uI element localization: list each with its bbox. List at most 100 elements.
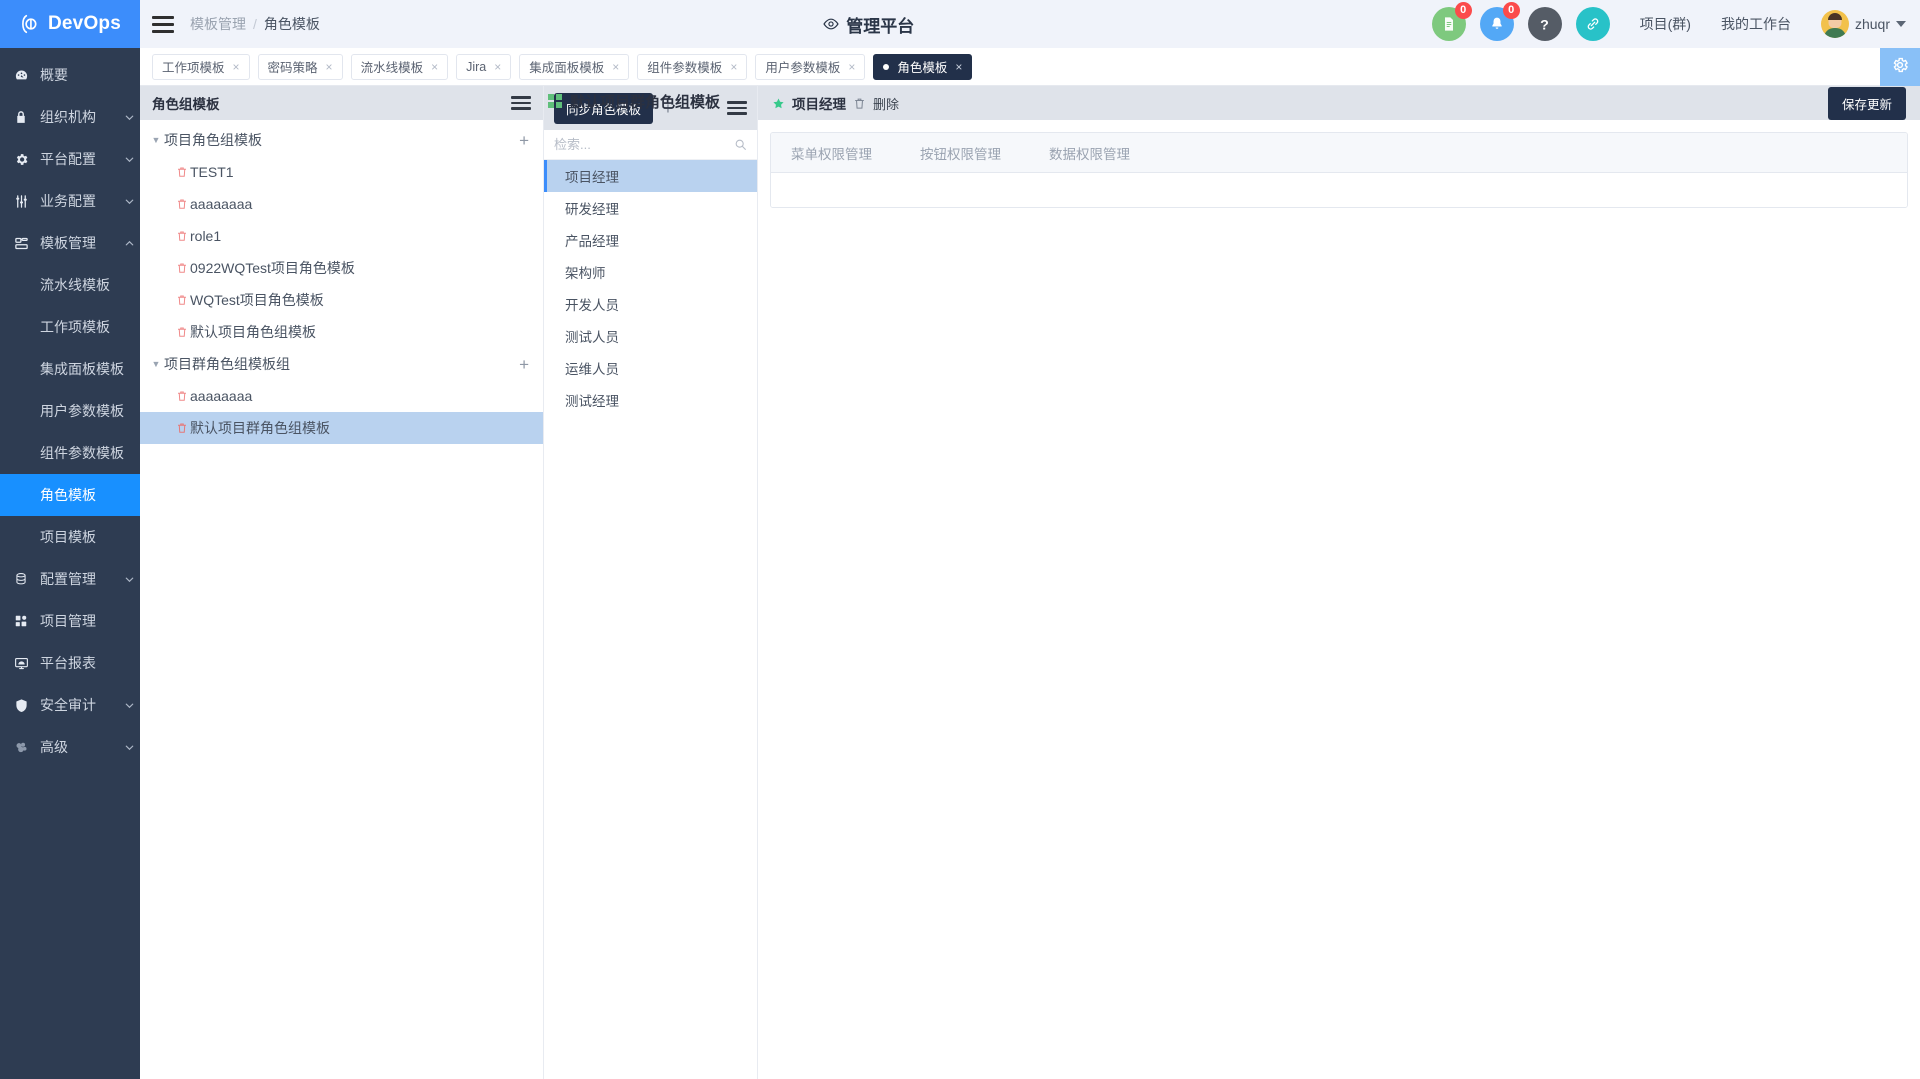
tree-item[interactable]: TEST1 <box>140 156 543 188</box>
sidebar-item-label: 工作项模板 <box>40 319 110 335</box>
trash-icon[interactable] <box>176 166 188 178</box>
close-icon[interactable]: × <box>431 60 438 74</box>
sidebar-item-advanced[interactable]: 高级 <box>0 726 140 768</box>
permission-card: 菜单权限管理 按钮权限管理 数据权限管理 <box>770 132 1908 208</box>
top-link-projects[interactable]: 项目(群) <box>1640 14 1691 34</box>
sidebar-item-integration-panel-template[interactable]: 集成面板模板 <box>0 348 140 390</box>
tab-integration-panel-template[interactable]: 集成面板模板 × <box>519 53 630 80</box>
sidebar-toggle-button[interactable] <box>140 0 186 48</box>
trash-icon[interactable] <box>176 262 188 274</box>
sidebar-item-workitem-template[interactable]: 工作项模板 <box>0 306 140 348</box>
delete-button[interactable]: 删除 <box>873 94 899 113</box>
sidebar-item-security-audit[interactable]: 安全审计 <box>0 684 140 726</box>
trash-icon[interactable] <box>176 198 188 210</box>
close-icon[interactable]: × <box>612 60 619 74</box>
tab-data-permission[interactable]: 数据权限管理 <box>1049 143 1130 163</box>
sidebar-item-config-management[interactable]: 配置管理 <box>0 558 140 600</box>
trash-icon[interactable] <box>853 97 866 110</box>
save-button[interactable]: 保存更新 <box>1827 86 1906 120</box>
header-actions: 0 0 ? 项目(群) 我的工作台 zhuqr <box>1418 0 1920 48</box>
document-badge: 0 <box>1454 2 1472 19</box>
tab-jira[interactable]: Jira × <box>456 53 512 80</box>
chevron-down-icon[interactable]: ▼ <box>148 359 164 369</box>
role-item[interactable]: 架构师 <box>544 256 757 288</box>
trash-icon[interactable] <box>176 230 188 242</box>
role-item[interactable]: 产品经理 <box>544 224 757 256</box>
tree-item[interactable]: 0922WQTest项目角色模板 <box>140 252 543 284</box>
tree-item[interactable]: aaaaaaaa <box>140 188 543 220</box>
brand-logo-area[interactable]: DevOps <box>0 0 140 48</box>
devops-logo-icon <box>19 13 41 35</box>
tab-menu-permission[interactable]: 菜单权限管理 <box>791 143 872 163</box>
sidebar-item-pipeline-template[interactable]: 流水线模板 <box>0 264 140 306</box>
user-menu[interactable]: zhuqr <box>1820 10 1906 38</box>
breadcrumb-parent[interactable]: 模板管理 <box>190 14 246 34</box>
add-template-button[interactable]: + <box>519 132 529 149</box>
role-item[interactable]: 测试经理 <box>544 384 757 416</box>
tab-workitem-template[interactable]: 工作项模板 × <box>152 53 250 80</box>
question-icon-button[interactable]: ? <box>1527 7 1562 41</box>
grid-icon <box>14 614 40 628</box>
sidebar-item-platform-report[interactable]: 平台报表 <box>0 642 140 684</box>
tree-item-label: aaaaaaaa <box>190 388 253 404</box>
role-item[interactable]: 运维人员 <box>544 352 757 384</box>
close-icon[interactable]: × <box>233 60 240 74</box>
tab-settings-button[interactable] <box>1880 48 1920 86</box>
tree-group-program-role[interactable]: ▼ 项目群角色组模板组 + <box>140 348 543 380</box>
tab-label: 角色模板 <box>897 61 948 75</box>
sidebar-item-role-template[interactable]: 角色模板 <box>0 474 140 516</box>
sidebar-item-component-param-template[interactable]: 组件参数模板 <box>0 432 140 474</box>
close-icon[interactable]: × <box>730 60 737 74</box>
tree-item[interactable]: aaaaaaaa <box>140 380 543 412</box>
sidebar: 概要 组织机构 平台配置 业务配置 模板管理 流水线模板 工作项模板 集成面板模… <box>0 48 140 1079</box>
sidebar-item-template-management[interactable]: 模板管理 <box>0 222 140 264</box>
sidebar-item-project-management[interactable]: 项目管理 <box>0 600 140 642</box>
bell-icon-button[interactable]: 0 <box>1479 2 1520 41</box>
chevron-down-icon <box>118 574 140 585</box>
tab-password-policy[interactable]: 密码策略 × <box>257 53 343 80</box>
hamburger-icon[interactable] <box>727 101 747 115</box>
tab-role-template[interactable]: 角色模板 × <box>873 53 973 80</box>
tree-group-label: 项目角色组模板 <box>164 132 262 148</box>
trash-icon[interactable] <box>176 422 188 434</box>
close-icon[interactable]: × <box>955 60 962 74</box>
tree-item[interactable]: role1 <box>140 220 543 252</box>
eye-icon <box>823 16 839 32</box>
role-item[interactable]: 测试人员 <box>544 320 757 352</box>
trash-icon[interactable] <box>176 390 188 402</box>
sidebar-item-project-template[interactable]: 项目模板 <box>0 516 140 558</box>
add-template-button[interactable]: + <box>519 356 529 373</box>
trash-icon[interactable] <box>176 326 188 338</box>
sidebar-item-label: 高级 <box>40 739 68 755</box>
document-icon-button[interactable]: 0 <box>1431 2 1472 41</box>
link-icon-button[interactable] <box>1575 7 1610 41</box>
trash-icon[interactable] <box>176 294 188 306</box>
search-icon[interactable] <box>734 138 747 151</box>
top-link-workbench[interactable]: 我的工作台 <box>1721 14 1791 34</box>
tab-user-param-template[interactable]: 用户参数模板 × <box>755 53 866 80</box>
tree-item[interactable]: 默认项目角色组模板 <box>140 316 543 348</box>
tree-group-project-role[interactable]: ▼ 项目角色组模板 + <box>140 124 543 156</box>
hamburger-icon[interactable] <box>511 96 531 110</box>
search-input[interactable] <box>554 137 694 152</box>
tab-component-param-template[interactable]: 组件参数模板 × <box>637 53 748 80</box>
tree-item[interactable]: WQTest项目角色模板 <box>140 284 543 316</box>
tree-item-selected[interactable]: 默认项目群角色组模板 <box>140 412 543 444</box>
tab-pipeline-template[interactable]: 流水线模板 × <box>350 53 449 80</box>
role-item[interactable]: 开发人员 <box>544 288 757 320</box>
tab-button-permission[interactable]: 按钮权限管理 <box>920 143 1001 163</box>
tab-label: 工作项模板 <box>162 61 225 75</box>
sidebar-item-platform-config[interactable]: 平台配置 <box>0 138 140 180</box>
chevron-down-icon[interactable]: ▼ <box>148 135 164 145</box>
role-item[interactable]: 研发经理 <box>544 192 757 224</box>
sidebar-item-organization[interactable]: 组织机构 <box>0 96 140 138</box>
sidebar-item-user-param-template[interactable]: 用户参数模板 <box>0 390 140 432</box>
sidebar-item-overview[interactable]: 概要 <box>0 54 140 96</box>
close-icon[interactable]: × <box>494 60 501 74</box>
close-icon[interactable]: × <box>848 60 855 74</box>
tree-item-label: aaaaaaaa <box>190 196 253 212</box>
close-icon[interactable]: × <box>326 60 333 74</box>
role-item-selected[interactable]: 项目经理 <box>544 160 757 192</box>
lock-icon <box>14 110 40 124</box>
sidebar-item-business-config[interactable]: 业务配置 <box>0 180 140 222</box>
